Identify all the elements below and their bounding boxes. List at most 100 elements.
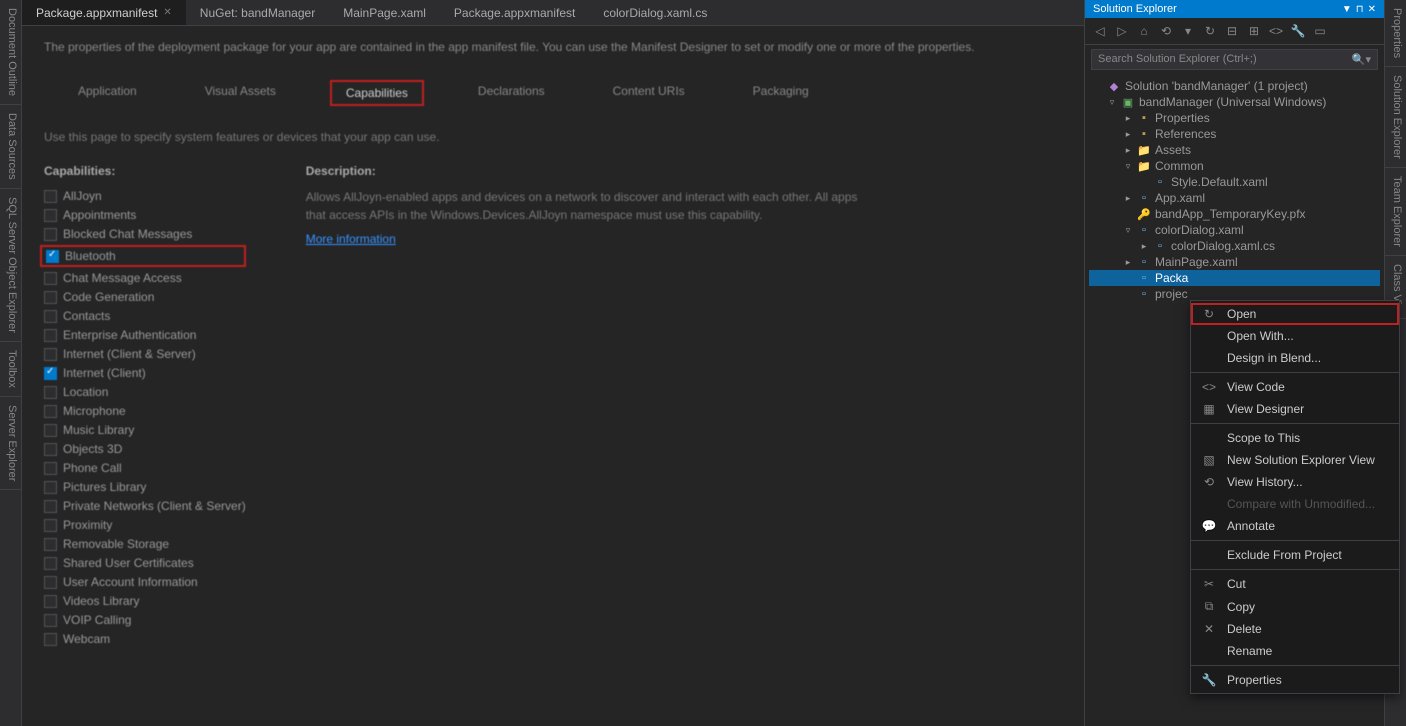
capability-checkbox[interactable] [44, 633, 57, 646]
tree-node[interactable]: ▸▫colorDialog.xaml.cs [1089, 238, 1380, 254]
capability-checkbox[interactable] [44, 500, 57, 513]
capability-checkbox[interactable] [44, 462, 57, 475]
close-icon[interactable]: ✕ [163, 7, 171, 18]
capability-item[interactable]: Shared User Certificates [44, 555, 246, 571]
capability-checkbox[interactable] [44, 329, 57, 342]
manifest-tab[interactable]: Application [64, 80, 151, 106]
rail-tab[interactable]: SQL Server Object Explorer [0, 189, 21, 342]
more-information-link[interactable]: More information [306, 232, 396, 246]
expand-icon[interactable]: ▿ [1123, 225, 1133, 236]
pin-icon[interactable]: ⊓ [1356, 4, 1364, 15]
capability-checkbox[interactable] [44, 595, 57, 608]
expand-icon[interactable]: ▸ [1123, 193, 1133, 204]
capability-checkbox[interactable] [44, 310, 57, 323]
dropdown-icon[interactable]: ▾ [1179, 22, 1197, 40]
capability-item[interactable]: Blocked Chat Messages [44, 226, 246, 242]
capability-item[interactable]: Internet (Client & Server) [44, 346, 246, 362]
capability-checkbox[interactable] [46, 250, 59, 263]
capability-item[interactable]: Appointments [44, 207, 246, 223]
expand-icon[interactable]: ▸ [1123, 257, 1133, 268]
rail-tab[interactable]: Server Explorer [0, 397, 21, 490]
capability-item[interactable]: Webcam [44, 631, 246, 647]
manifest-tab[interactable]: Visual Assets [191, 80, 290, 106]
context-menu-item[interactable]: ✕Delete [1191, 618, 1399, 640]
properties-icon[interactable]: 🔧 [1289, 22, 1307, 40]
context-menu-item[interactable]: <>View Code [1191, 376, 1399, 398]
solution-explorer-search[interactable]: Search Solution Explorer (Ctrl+;) 🔍▾ [1091, 49, 1378, 70]
capability-checkbox[interactable] [44, 519, 57, 532]
context-menu-item[interactable]: ⟲View History... [1191, 471, 1399, 493]
capability-checkbox[interactable] [44, 291, 57, 304]
context-menu-item[interactable]: ↻Open [1191, 303, 1399, 325]
capability-checkbox[interactable] [44, 190, 57, 203]
capability-checkbox[interactable] [44, 614, 57, 627]
expand-icon[interactable]: ▸ [1123, 145, 1133, 156]
expand-icon[interactable]: ▸ [1123, 129, 1133, 140]
tree-node[interactable]: ▿▣bandManager (Universal Windows) [1089, 94, 1380, 110]
tree-node[interactable]: ▸▫App.xaml [1089, 190, 1380, 206]
capability-checkbox[interactable] [44, 348, 57, 361]
context-menu-item[interactable]: Exclude From Project [1191, 544, 1399, 566]
context-menu-item[interactable]: Rename [1191, 640, 1399, 662]
forward-icon[interactable]: ▷ [1113, 22, 1131, 40]
capability-checkbox[interactable] [44, 405, 57, 418]
solution-explorer-title-bar[interactable]: Solution Explorer ▼ ⊓ ✕ [1085, 0, 1384, 18]
rail-tab[interactable]: Toolbox [0, 342, 21, 397]
context-menu-item[interactable]: ▦View Designer [1191, 398, 1399, 420]
capability-item[interactable]: Bluetooth [40, 245, 246, 267]
refresh-icon[interactable]: ↻ [1201, 22, 1219, 40]
rail-tab[interactable]: Data Sources [0, 105, 21, 189]
tree-node[interactable]: ▿▫colorDialog.xaml [1089, 222, 1380, 238]
preview-icon[interactable]: ▭ [1311, 22, 1329, 40]
home-icon[interactable]: ⌂ [1135, 22, 1153, 40]
capability-item[interactable]: Removable Storage [44, 536, 246, 552]
capability-checkbox[interactable] [44, 481, 57, 494]
context-menu-item[interactable]: Scope to This [1191, 427, 1399, 449]
capability-item[interactable]: VOIP Calling [44, 612, 246, 628]
tree-node[interactable]: ▸▪Properties [1089, 110, 1380, 126]
capability-item[interactable]: Chat Message Access [44, 270, 246, 286]
document-tab[interactable]: colorDialog.xaml.cs [589, 0, 721, 25]
capability-item[interactable]: User Account Information [44, 574, 246, 590]
capability-checkbox[interactable] [44, 538, 57, 551]
document-tab[interactable]: MainPage.xaml [329, 0, 440, 25]
capability-checkbox[interactable] [44, 557, 57, 570]
context-menu-item[interactable]: Open With... [1191, 325, 1399, 347]
code-icon[interactable]: <> [1267, 22, 1285, 40]
context-menu-item[interactable]: ✂Cut [1191, 573, 1399, 595]
capability-item[interactable]: Code Generation [44, 289, 246, 305]
expand-icon[interactable]: ▿ [1123, 161, 1133, 172]
context-menu-item[interactable]: 🔧Properties [1191, 669, 1399, 691]
capability-item[interactable]: Private Networks (Client & Server) [44, 498, 246, 514]
context-menu-item[interactable]: ⧉Copy [1191, 595, 1399, 618]
capability-item[interactable]: Pictures Library [44, 479, 246, 495]
tree-node[interactable]: ▸▪References [1089, 126, 1380, 142]
capability-item[interactable]: Location [44, 384, 246, 400]
close-icon[interactable]: ✕ [1368, 4, 1376, 15]
context-menu-item[interactable]: 💬Annotate [1191, 515, 1399, 537]
rail-tab[interactable]: Document Outline [0, 0, 21, 105]
capability-item[interactable]: Internet (Client) [44, 365, 246, 381]
document-tab[interactable]: Package.appxmanifest [440, 0, 589, 25]
capability-checkbox[interactable] [44, 209, 57, 222]
capability-checkbox[interactable] [44, 367, 57, 380]
manifest-tab[interactable]: Declarations [464, 80, 559, 106]
tree-node[interactable]: ◆Solution 'bandManager' (1 project) [1089, 78, 1380, 94]
pin-icon[interactable]: ▼ [1342, 4, 1352, 15]
back-icon[interactable]: ◁ [1091, 22, 1109, 40]
capability-item[interactable]: Contacts [44, 308, 246, 324]
capability-item[interactable]: Music Library [44, 422, 246, 438]
document-tab[interactable]: Package.appxmanifest✕ [22, 0, 186, 25]
tree-node[interactable]: ▫Packa [1089, 270, 1380, 286]
expand-icon[interactable]: ▸ [1123, 113, 1133, 124]
capability-item[interactable]: Phone Call [44, 460, 246, 476]
manifest-tab[interactable]: Packaging [739, 80, 823, 106]
capability-checkbox[interactable] [44, 576, 57, 589]
context-menu-item[interactable]: ▧New Solution Explorer View [1191, 449, 1399, 471]
tree-node[interactable]: ▸▫MainPage.xaml [1089, 254, 1380, 270]
tree-node[interactable]: 🔑bandApp_TemporaryKey.pfx [1089, 206, 1380, 222]
capability-checkbox[interactable] [44, 424, 57, 437]
capability-checkbox[interactable] [44, 443, 57, 456]
expand-icon[interactable]: ▸ [1139, 241, 1149, 252]
tree-node[interactable]: ▸📁Assets [1089, 142, 1380, 158]
